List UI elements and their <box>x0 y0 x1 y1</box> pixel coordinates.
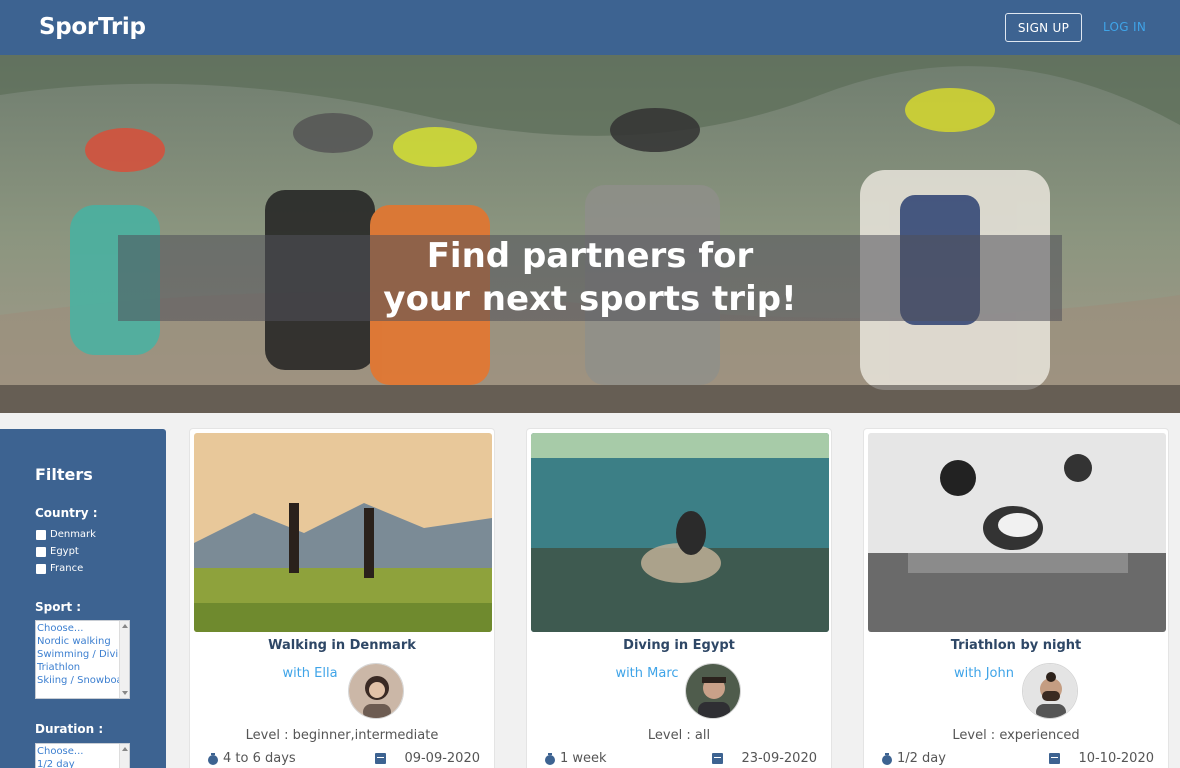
trip-date: 23-09-2020 <box>712 751 817 766</box>
country-option-france[interactable]: France <box>36 563 83 574</box>
trip-title[interactable]: Triathlon by night <box>864 638 1168 653</box>
country-option-denmark[interactable]: Denmark <box>36 529 96 540</box>
trip-level: Level : all <box>647 728 711 743</box>
sport-label: Sport : <box>35 600 82 614</box>
checkbox[interactable] <box>36 529 46 540</box>
sport-option[interactable]: Nordic walking <box>36 635 129 648</box>
trip-duration: 1 week <box>545 751 607 766</box>
trip-date-value: 09-09-2020 <box>404 751 480 766</box>
country-option-egypt[interactable]: Egypt <box>36 546 79 557</box>
filters-title: Filters <box>35 465 93 484</box>
trip-card[interactable]: Triathlon by night with John Level : exp… <box>863 428 1169 768</box>
calendar-icon <box>375 753 387 764</box>
duration-select-scrollbar[interactable] <box>119 744 129 768</box>
host-avatar[interactable] <box>1022 663 1078 719</box>
trip-duration-value: 1 week <box>560 751 607 766</box>
hero-photo <box>0 55 1180 413</box>
host-avatar[interactable] <box>348 663 404 719</box>
hero-line-1: Find partners for <box>426 236 754 276</box>
trip-date-value: 23-09-2020 <box>741 751 817 766</box>
host-avatar[interactable] <box>685 663 741 719</box>
trip-photo[interactable] <box>194 433 492 632</box>
duration-label: Duration : <box>35 722 104 736</box>
trip-date-value: 10-10-2020 <box>1078 751 1154 766</box>
hero-line-2: your next sports trip! <box>383 279 797 319</box>
duration-select[interactable]: Choose... 1/2 day <box>35 743 130 768</box>
top-navbar: SporTrip SIGN UP LOG IN <box>0 0 1180 55</box>
sport-option[interactable]: Choose... <box>36 622 129 635</box>
trip-duration: 4 to 6 days <box>208 751 296 766</box>
trip-title[interactable]: Walking in Denmark <box>190 638 494 653</box>
checkbox[interactable] <box>36 546 46 557</box>
sport-option[interactable]: Triathlon <box>36 661 129 674</box>
duration-option[interactable]: Choose... <box>36 745 129 758</box>
trip-duration: 1/2 day <box>882 751 946 766</box>
country-option-label: Egypt <box>50 546 79 557</box>
country-option-label: Denmark <box>50 529 96 540</box>
trip-card[interactable]: Walking in Denmark with Ella Level : beg… <box>189 428 495 768</box>
sport-select-scrollbar[interactable] <box>119 621 129 698</box>
trip-title[interactable]: Diving in Egypt <box>527 638 831 653</box>
country-option-label: France <box>50 563 84 574</box>
signup-button[interactable]: SIGN UP <box>1005 13 1082 42</box>
stopwatch-icon <box>545 752 556 765</box>
trip-date: 10-10-2020 <box>1049 751 1154 766</box>
hero-headline: Find partners for your next sports trip! <box>0 235 1180 321</box>
checkbox[interactable] <box>36 563 46 574</box>
calendar-icon <box>712 753 724 764</box>
trip-date: 09-09-2020 <box>375 751 480 766</box>
login-link[interactable]: LOG IN <box>1103 20 1146 34</box>
hero-banner: Find partners for your next sports trip! <box>0 55 1180 413</box>
sport-option[interactable]: Skiing / Snowboard <box>36 674 129 687</box>
scroll-down-icon[interactable] <box>122 691 128 695</box>
trip-photo[interactable] <box>531 433 829 632</box>
trip-duration-value: 4 to 6 days <box>223 751 296 766</box>
sport-select[interactable]: Choose... Nordic walking Swimming / Divi… <box>35 620 130 699</box>
scroll-up-icon[interactable] <box>122 624 128 628</box>
sport-option[interactable]: Swimming / Diving <box>36 648 129 661</box>
trip-level: Level : experienced <box>952 728 1080 743</box>
filters-sidebar: Filters Country : Denmark Egypt France S… <box>0 429 166 768</box>
trip-duration-value: 1/2 day <box>897 751 946 766</box>
stopwatch-icon <box>208 752 219 765</box>
calendar-icon <box>1049 753 1061 764</box>
site-logo[interactable]: SporTrip <box>39 14 146 40</box>
trip-card[interactable]: Diving in Egypt with Marc Level : all 1 … <box>526 428 832 768</box>
duration-option[interactable]: 1/2 day <box>36 758 129 768</box>
scroll-up-icon[interactable] <box>122 747 128 751</box>
country-label: Country : <box>35 506 98 520</box>
trip-photo[interactable] <box>868 433 1166 632</box>
trip-level: Level : beginner,intermediate <box>245 728 439 743</box>
stopwatch-icon <box>882 752 893 765</box>
